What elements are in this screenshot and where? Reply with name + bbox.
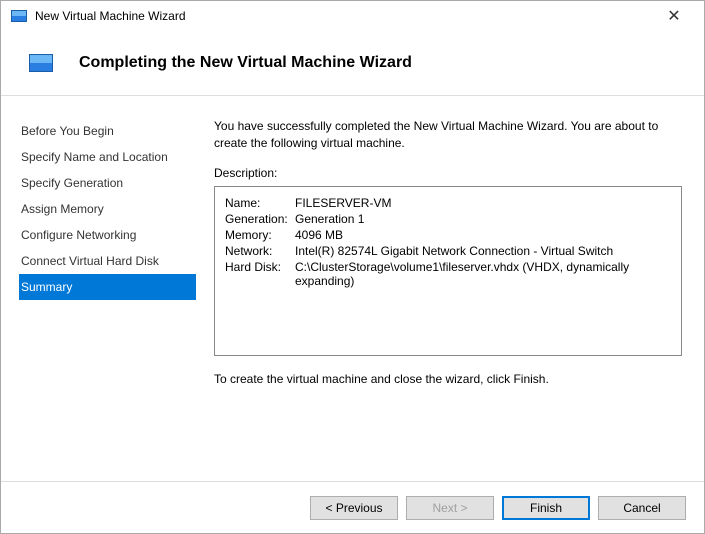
table-row: Network:Intel(R) 82574L Gigabit Network … — [225, 243, 671, 259]
title-bar: New Virtual Machine Wizard ✕ — [1, 1, 704, 31]
close-button[interactable]: ✕ — [654, 6, 694, 26]
table-row: Generation:Generation 1 — [225, 211, 671, 227]
row-value: Generation 1 — [295, 211, 671, 227]
summary-table: Name:FILESERVER-VM Generation:Generation… — [225, 195, 671, 289]
table-row: Name:FILESERVER-VM — [225, 195, 671, 211]
row-value: C:\ClusterStorage\volume1\fileserver.vhd… — [295, 259, 671, 289]
row-label: Hard Disk: — [225, 259, 295, 289]
page-title: Completing the New Virtual Machine Wizar… — [79, 54, 412, 72]
wizard-icon — [29, 54, 53, 72]
row-label: Generation: — [225, 211, 295, 227]
next-button: Next > — [406, 496, 494, 520]
content-pane: You have successfully completed the New … — [196, 96, 704, 481]
row-value: 4096 MB — [295, 227, 671, 243]
finish-button[interactable]: Finish — [502, 496, 590, 520]
sidebar-item-connect-vhd[interactable]: Connect Virtual Hard Disk — [19, 248, 196, 274]
sidebar-item-summary[interactable]: Summary — [19, 274, 196, 300]
sidebar-item-specify-name[interactable]: Specify Name and Location — [19, 144, 196, 170]
row-label: Name: — [225, 195, 295, 211]
description-label: Description: — [214, 166, 682, 180]
intro-text: You have successfully completed the New … — [214, 118, 682, 152]
cancel-button[interactable]: Cancel — [598, 496, 686, 520]
wizard-header: Completing the New Virtual Machine Wizar… — [1, 31, 704, 96]
sidebar-item-configure-networking[interactable]: Configure Networking — [19, 222, 196, 248]
footer: < Previous Next > Finish Cancel — [1, 481, 704, 533]
row-value: FILESERVER-VM — [295, 195, 671, 211]
description-box: Name:FILESERVER-VM Generation:Generation… — [214, 186, 682, 356]
row-value: Intel(R) 82574L Gigabit Network Connecti… — [295, 243, 671, 259]
table-row: Memory:4096 MB — [225, 227, 671, 243]
sidebar-item-before-you-begin[interactable]: Before You Begin — [19, 118, 196, 144]
footnote-text: To create the virtual machine and close … — [214, 372, 682, 386]
sidebar: Before You Begin Specify Name and Locati… — [1, 96, 196, 481]
table-row: Hard Disk:C:\ClusterStorage\volume1\file… — [225, 259, 671, 289]
sidebar-item-assign-memory[interactable]: Assign Memory — [19, 196, 196, 222]
sidebar-item-specify-generation[interactable]: Specify Generation — [19, 170, 196, 196]
window-title: New Virtual Machine Wizard — [35, 9, 654, 23]
row-label: Memory: — [225, 227, 295, 243]
app-icon — [11, 10, 27, 22]
previous-button[interactable]: < Previous — [310, 496, 398, 520]
row-label: Network: — [225, 243, 295, 259]
